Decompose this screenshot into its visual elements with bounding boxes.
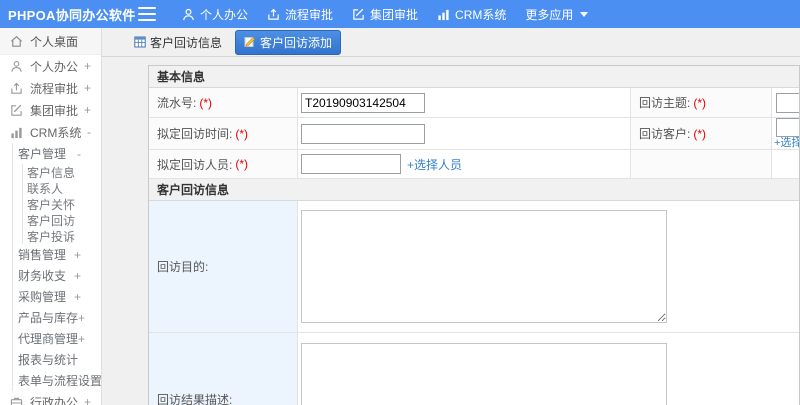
expand-icon[interactable]: + [74, 269, 81, 283]
serial-label: 流水号: (*) [149, 88, 298, 117]
form-row-serial-subject: 流水号:(*) 回访主题:(*) [149, 88, 799, 118]
sidebar: 个人桌面 个人办公 + 流程审批 + 集团审批 + CRM系统 - 客户管理 -… [0, 28, 102, 405]
sidebar-item-contacts[interactable]: 联系人 [26, 180, 101, 196]
sidebar-item-products-inventory[interactable]: 产品与库存 + [17, 307, 101, 328]
tab-customer-visit-add[interactable]: 客户回访添加 [235, 29, 342, 55]
sidebar-item-purchasing[interactable]: 采购管理 + [17, 286, 101, 307]
briefcase-icon [10, 396, 23, 405]
chart-icon [437, 8, 450, 21]
main-content: 客户回访信息 客户回访添加 基本信息 流水号: (*) T20190903142… [102, 28, 800, 405]
expand-icon[interactable]: + [78, 332, 85, 346]
visit-add-form: 基本信息 流水号:(*) 回访主题:(*) [149, 66, 799, 405]
visit-result-textarea[interactable] [301, 342, 667, 405]
app-logo: PHPOA协同办公软件 [8, 7, 136, 23]
nav-label: 集团审批 [370, 7, 419, 22]
tab-label: 客户回访添加 [260, 35, 333, 50]
form-row-time-customer: 拟定回访时间:(*) 回访客户:(*) +选择企业 [149, 118, 799, 150]
planned-person-label: 拟定回访人员: (*) [149, 150, 298, 178]
select-person-link[interactable]: +选择人员 [407, 156, 462, 173]
expand-icon[interactable]: + [84, 59, 91, 73]
visit-subject-input[interactable] [776, 92, 799, 113]
sidebar-item-finance[interactable]: 财务收支 + [17, 265, 101, 286]
planned-time-label: 拟定回访时间: (*) [149, 118, 298, 149]
sidebar-item-admin-office[interactable]: 行政办公 + [0, 391, 101, 405]
required-marker: (*) [199, 95, 213, 110]
tab-customer-visit-info[interactable]: 客户回访信息 [128, 31, 228, 54]
sidebar-item-group-approval[interactable]: 集团审批 + [0, 99, 101, 121]
expand-icon[interactable]: + [78, 311, 85, 325]
topbar: PHPOA协同办公软件 个人办公 流程审批 集团审批 CRM系统 更多应用 [0, 0, 800, 28]
table-icon [134, 36, 146, 48]
required-marker: (*) [693, 95, 707, 110]
chart-icon [10, 126, 23, 139]
expand-icon[interactable]: + [74, 248, 81, 262]
required-marker: (*) [235, 126, 249, 141]
sidebar-item-crm-system[interactable]: CRM系统 - [0, 121, 101, 143]
nav-label: CRM系统 [455, 7, 507, 22]
home-icon [10, 35, 23, 48]
visit-result-label: 回访结果描述: [149, 333, 298, 405]
expand-icon[interactable]: - [87, 125, 91, 139]
planned-visit-person-input[interactable] [301, 154, 401, 174]
edit-icon [352, 8, 365, 21]
visit-customer-input[interactable] [776, 118, 799, 137]
nav-workflow-approval[interactable]: 流程审批 [267, 6, 333, 23]
form-row-result: 回访结果描述: [149, 333, 799, 405]
user-icon [182, 8, 195, 21]
crm-subtree: 客户管理 - 客户信息 联系人 客户关怀 客户回访 客户投诉 销售管理 + 财务… [12, 143, 101, 391]
tab-label: 客户回访信息 [150, 35, 223, 50]
sidebar-item-customer-care[interactable]: 客户关怀 [26, 196, 101, 212]
sidebar-item-personal-desktop[interactable]: 个人桌面 [0, 28, 101, 55]
caret-down-icon [580, 11, 589, 17]
nav-personal-office[interactable]: 个人办公 [182, 6, 248, 23]
expand-icon[interactable]: + [84, 395, 91, 405]
form-row-person: 拟定回访人员: (*) +选择人员 [149, 150, 799, 179]
user-icon [10, 60, 23, 73]
sidebar-item-reports-statistics[interactable]: 报表与统计 [17, 349, 101, 370]
sidebar-item-sales-management[interactable]: 销售管理 + [17, 244, 101, 265]
phpoa-app-window: PHPOA协同办公软件 个人办公 流程审批 集团审批 CRM系统 更多应用 个人… [0, 0, 800, 405]
serial-number-input[interactable] [301, 92, 425, 113]
sidebar-item-customer-management[interactable]: 客户管理 - [17, 143, 101, 164]
sidebar-item-workflow-approval[interactable]: 流程审批 + [0, 77, 101, 99]
subject-label: 回访主题: (*) [631, 88, 772, 117]
tab-bar: 客户回访信息 客户回访添加 [102, 28, 800, 57]
sidebar-item-agent-management[interactable]: 代理商管理 + [17, 328, 101, 349]
form-row-purpose: 回访目的: [149, 201, 799, 333]
nav-more-apps[interactable]: 更多应用 [525, 6, 589, 23]
sidebar-item-customer-complaint[interactable]: 客户投诉 [26, 228, 101, 244]
visit-purpose-textarea[interactable] [301, 210, 667, 323]
sidebar-item-customer-visit[interactable]: 客户回访 [26, 212, 101, 228]
sidebar-item-form-flow-settings[interactable]: 表单与流程设置+ [17, 370, 101, 391]
sidebar-item-customer-info[interactable]: 客户信息 [26, 164, 101, 180]
nav-label: 流程审批 [285, 7, 334, 22]
collapse-icon[interactable]: - [77, 147, 81, 161]
required-marker: (*) [693, 126, 707, 141]
visit-purpose-label: 回访目的: [149, 201, 298, 332]
visit-customer-label: 回访客户: (*) [631, 118, 772, 149]
nav-label: 更多应用 [525, 7, 574, 22]
hamburger-menu-icon[interactable] [138, 7, 156, 21]
top-navigation: 个人办公 流程审批 集团审批 CRM系统 更多应用 [182, 6, 589, 23]
expand-icon[interactable]: + [84, 103, 91, 117]
add-edit-icon [244, 36, 256, 48]
select-enterprise-link[interactable]: +选择企业 [774, 137, 799, 149]
nav-label: 个人办公 [200, 7, 249, 22]
section-header-basic-info: 基本信息 [149, 66, 799, 88]
nav-group-approval[interactable]: 集团审批 [352, 6, 418, 23]
sidebar-item-personal-office[interactable]: 个人办公 + [0, 55, 101, 77]
planned-visit-time-input[interactable] [301, 123, 425, 144]
expand-icon[interactable]: + [84, 81, 91, 95]
flow-icon [10, 82, 23, 95]
edit-icon [10, 104, 23, 117]
expand-icon[interactable]: + [74, 290, 81, 304]
customer-management-subtree: 客户信息 联系人 客户关怀 客户回访 客户投诉 [22, 164, 101, 244]
visit-add-form-panel: 基本信息 流水号:(*) 回访主题:(*) [148, 65, 800, 405]
flow-icon [267, 8, 280, 21]
nav-crm-system[interactable]: CRM系统 [437, 6, 506, 23]
required-marker: (*) [235, 157, 249, 171]
section-header-visit-info: 客户回访信息 [149, 179, 799, 201]
